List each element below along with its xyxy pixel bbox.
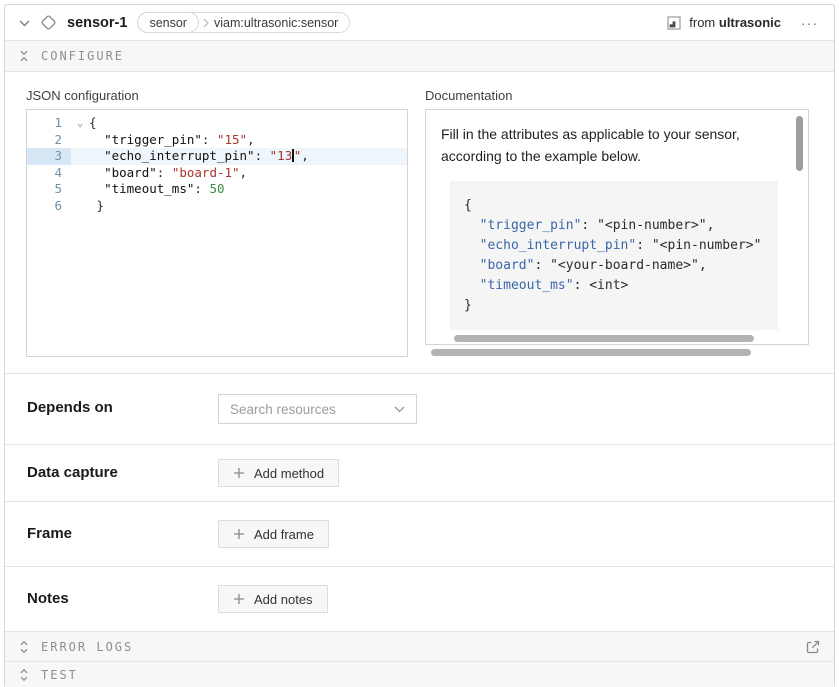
configure-section-label: CONFIGURE xyxy=(41,49,124,63)
plus-icon xyxy=(233,467,245,479)
json-configuration-label: JSON configuration xyxy=(26,88,408,103)
type-label: sensor xyxy=(137,12,199,33)
fold-gutter xyxy=(71,181,89,198)
more-options-button[interactable]: ··· xyxy=(797,13,822,33)
test-section-label: TEST xyxy=(41,668,78,682)
search-resources-placeholder: Search resources xyxy=(230,402,394,417)
add-frame-button[interactable]: Add frame xyxy=(218,520,329,548)
depends-on-label: Depends on xyxy=(27,394,218,416)
code-line-content: "timeout_ms": 50 xyxy=(89,181,407,198)
add-notes-button[interactable]: Add notes xyxy=(218,585,328,613)
doc-code-line: "board": "<your-board-name>", xyxy=(464,256,778,276)
editor-line[interactable]: 6 } xyxy=(27,198,407,215)
code-line-content: "echo_interrupt_pin": "13", xyxy=(89,148,407,165)
documentation-vertical-scrollbar[interactable] xyxy=(796,116,803,171)
plus-icon xyxy=(233,593,245,605)
sensor-diamond-icon xyxy=(38,12,59,33)
depends-on-row: Depends on Search resources xyxy=(5,373,834,444)
data-capture-label: Data capture xyxy=(27,459,218,481)
fold-gutter xyxy=(71,198,89,215)
editor-line[interactable]: 3 "echo_interrupt_pin": "13", xyxy=(27,148,407,165)
documentation-horizontal-scrollbar[interactable] xyxy=(431,349,751,356)
documentation-panel: Fill in the attributes as applicable to … xyxy=(425,109,809,345)
component-name: sensor-1 xyxy=(67,15,127,31)
notes-row: Notes Add notes xyxy=(5,566,834,631)
editor-line[interactable]: 2 "trigger_pin": "15", xyxy=(27,132,407,149)
component-header: sensor-1 sensor viam:ultrasonic:sensor f… xyxy=(5,5,834,41)
code-line-content: } xyxy=(89,198,407,215)
frame-label: Frame xyxy=(27,520,218,542)
documentation-code-example: { "trigger_pin": "<pin-number>", "echo_i… xyxy=(450,181,778,330)
code-horizontal-scrollbar[interactable] xyxy=(454,335,754,342)
error-logs-section-label: ERROR LOGS xyxy=(41,640,133,654)
json-editor[interactable]: 1⌄{2 "trigger_pin": "15",3 "echo_interru… xyxy=(26,109,408,357)
module-icon xyxy=(667,16,681,30)
line-number: 3 xyxy=(27,148,71,165)
doc-code-line: } xyxy=(464,296,778,316)
frame-row: Frame Add frame xyxy=(5,501,834,566)
code-line-content: { xyxy=(89,115,407,132)
documentation-label: Documentation xyxy=(425,88,809,103)
line-number: 6 xyxy=(27,198,71,215)
editor-line[interactable]: 5 "timeout_ms": 50 xyxy=(27,181,407,198)
collapse-section-icon xyxy=(18,49,30,63)
doc-code-line: "echo_interrupt_pin": "<pin-number>" xyxy=(464,236,778,256)
fold-gutter xyxy=(71,148,89,165)
depends-on-select[interactable]: Search resources xyxy=(218,394,417,424)
line-number: 4 xyxy=(27,165,71,182)
line-number: 1 xyxy=(27,115,71,132)
collapse-component-button[interactable] xyxy=(17,13,32,32)
component-type-badge: sensor viam:ultrasonic:sensor xyxy=(137,12,350,33)
data-capture-row: Data capture Add method xyxy=(5,444,834,501)
doc-code-line: "trigger_pin": "<pin-number>", xyxy=(464,216,778,236)
doc-code-line: { xyxy=(464,196,778,216)
component-card: sensor-1 sensor viam:ultrasonic:sensor f… xyxy=(4,4,835,687)
doc-code-line: "timeout_ms": <int> xyxy=(464,276,778,296)
add-method-button[interactable]: Add method xyxy=(218,459,339,487)
line-number: 2 xyxy=(27,132,71,149)
editor-line[interactable]: 1⌄{ xyxy=(27,115,407,132)
code-line-content: "board": "board-1", xyxy=(89,165,407,182)
notes-label: Notes xyxy=(27,585,218,607)
plus-icon xyxy=(233,528,245,540)
fold-gutter xyxy=(71,132,89,149)
configure-body: JSON configuration 1⌄{2 "trigger_pin": "… xyxy=(5,72,834,373)
module-name: ultrasonic xyxy=(719,15,781,30)
configure-section-bar[interactable]: CONFIGURE xyxy=(5,41,834,72)
fold-gutter xyxy=(71,165,89,182)
from-module-text: from ultrasonic xyxy=(689,15,781,30)
line-number: 5 xyxy=(27,181,71,198)
test-section-bar[interactable]: TEST xyxy=(5,661,834,687)
editor-line[interactable]: 4 "board": "board-1", xyxy=(27,165,407,182)
chevron-down-icon xyxy=(394,406,405,413)
expand-section-icon xyxy=(18,668,30,682)
documentation-intro-text: Fill in the attributes as applicable to … xyxy=(441,123,786,167)
fold-chevron-icon[interactable]: ⌄ xyxy=(71,115,89,132)
error-logs-section-bar[interactable]: ERROR LOGS xyxy=(5,631,834,661)
code-line-content: "trigger_pin": "15", xyxy=(89,132,407,149)
model-label: viam:ultrasonic:sensor xyxy=(209,16,349,30)
open-logs-external-icon[interactable] xyxy=(805,639,821,655)
expand-section-icon xyxy=(18,640,30,654)
chevron-down-icon xyxy=(19,15,30,30)
